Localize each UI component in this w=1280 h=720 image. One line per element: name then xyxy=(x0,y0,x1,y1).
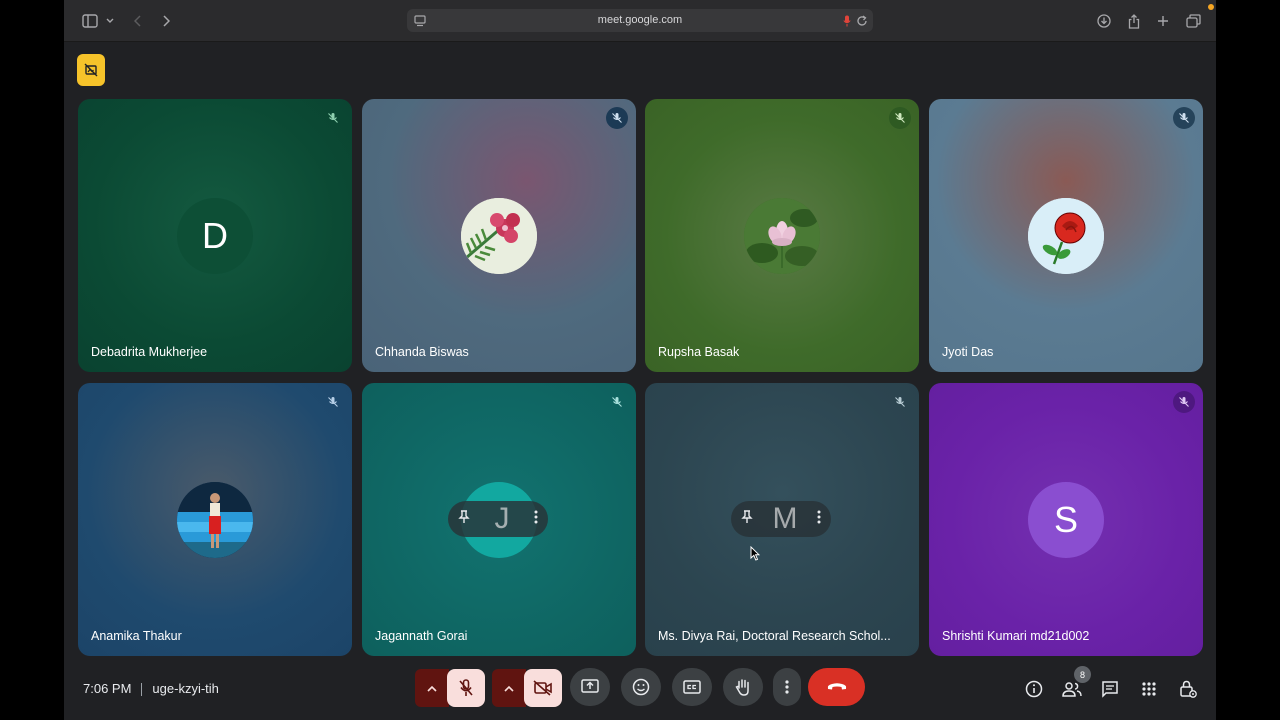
browser-window: meet.google.com D Debadrita Mukherjee Ch… xyxy=(64,0,1216,720)
participant-name: Anamika Thakur xyxy=(91,629,182,643)
avatar-letter: M xyxy=(772,502,798,535)
participant-name: Shrishti Kumari md21d002 xyxy=(942,629,1090,643)
participant-name: Chhanda Biswas xyxy=(375,345,469,359)
tab-overview-icon[interactable] xyxy=(1183,11,1203,31)
more-options-icon[interactable] xyxy=(534,510,538,529)
meeting-details-icon[interactable] xyxy=(1022,677,1046,701)
back-icon[interactable] xyxy=(128,11,148,31)
participant-tile[interactable]: Jyoti Das xyxy=(929,99,1203,372)
camera-off-notice-icon[interactable] xyxy=(77,54,105,86)
browser-toolbar: meet.google.com xyxy=(64,0,1216,42)
muted-mic-icon xyxy=(322,107,344,129)
muted-mic-icon xyxy=(606,391,628,413)
share-icon[interactable] xyxy=(1124,11,1144,31)
end-call-button[interactable] xyxy=(808,668,865,706)
muted-mic-icon xyxy=(1173,107,1195,129)
mouse-cursor-icon xyxy=(750,545,761,566)
microphone-in-use-icon[interactable] xyxy=(843,14,851,32)
meeting-code[interactable]: uge-kzyi-tih xyxy=(152,681,218,696)
pin-icon[interactable] xyxy=(741,509,753,529)
chevron-down-icon[interactable] xyxy=(100,11,120,31)
url-text: meet.google.com xyxy=(597,14,683,26)
participant-name: Jyoti Das xyxy=(942,345,994,359)
participant-tile[interactable]: Anamika Thakur xyxy=(78,383,352,656)
video-settings-button[interactable] xyxy=(492,669,526,707)
chat-icon[interactable] xyxy=(1098,677,1122,701)
pin-icon[interactable] xyxy=(458,509,470,529)
divider xyxy=(141,683,143,697)
participant-tile[interactable]: Chhanda Biswas xyxy=(362,99,636,372)
people-icon[interactable] xyxy=(1060,677,1084,701)
activities-grid-icon[interactable] xyxy=(1137,677,1161,701)
tile-hover-controls: M xyxy=(731,501,831,537)
muted-mic-icon xyxy=(889,391,911,413)
avatar-flower-image xyxy=(461,198,537,274)
more-options-icon[interactable] xyxy=(817,510,821,529)
sidebar-toggle-icon[interactable] xyxy=(80,11,100,31)
tile-hover-controls: J xyxy=(448,501,548,537)
participant-name: Rupsha Basak xyxy=(658,345,740,359)
meeting-info: 7:06 PM uge-kzyi-tih xyxy=(83,681,219,697)
recording-indicator-icon xyxy=(1208,4,1214,10)
meeting-time: 7:06 PM xyxy=(83,681,132,696)
avatar-lotus-image xyxy=(744,198,820,274)
new-tab-icon[interactable] xyxy=(1153,11,1173,31)
more-options-button[interactable] xyxy=(773,668,801,706)
participant-tile[interactable]: M Ms. Divya Rai, Doctoral Research Schol… xyxy=(645,383,919,656)
participant-name: Jagannath Gorai xyxy=(375,629,468,643)
muted-mic-icon xyxy=(606,107,628,129)
participant-tile[interactable]: J Jagannath Gorai xyxy=(362,383,636,656)
forward-icon[interactable] xyxy=(156,11,176,31)
reload-icon[interactable] xyxy=(856,14,868,32)
avatar-rose-image xyxy=(1028,198,1104,274)
meet-area: D Debadrita Mukherjee Chhanda Biswas Rup… xyxy=(64,42,1216,720)
participant-tile[interactable]: Rupsha Basak xyxy=(645,99,919,372)
avatar: S xyxy=(1028,482,1104,558)
avatar: D xyxy=(177,198,253,274)
camera-toggle-button[interactable] xyxy=(524,669,562,707)
avatar-photo-image xyxy=(177,482,253,558)
download-icon[interactable] xyxy=(1094,11,1114,31)
muted-mic-icon xyxy=(889,107,911,129)
muted-mic-icon xyxy=(322,391,344,413)
participant-name: Debadrita Mukherjee xyxy=(91,345,208,359)
meeting-controls-bar: 7:06 PM uge-kzyi-tih 8 xyxy=(64,666,1216,720)
participant-tile[interactable]: D Debadrita Mukherjee xyxy=(78,99,352,372)
avatar-letter: J xyxy=(494,502,510,535)
captions-button[interactable] xyxy=(672,668,712,706)
microphone-toggle-button[interactable] xyxy=(447,669,485,707)
audio-settings-button[interactable] xyxy=(415,669,449,707)
host-controls-icon[interactable] xyxy=(1176,677,1200,701)
participant-tile[interactable]: S Shrishti Kumari md21d002 xyxy=(929,383,1203,656)
participant-name: Ms. Divya Rai, Doctoral Research Schol..… xyxy=(658,629,891,643)
reactions-button[interactable] xyxy=(621,668,661,706)
muted-mic-icon xyxy=(1173,391,1195,413)
address-bar[interactable]: meet.google.com xyxy=(407,9,873,32)
raise-hand-button[interactable] xyxy=(723,668,763,706)
present-screen-button[interactable] xyxy=(570,668,610,706)
